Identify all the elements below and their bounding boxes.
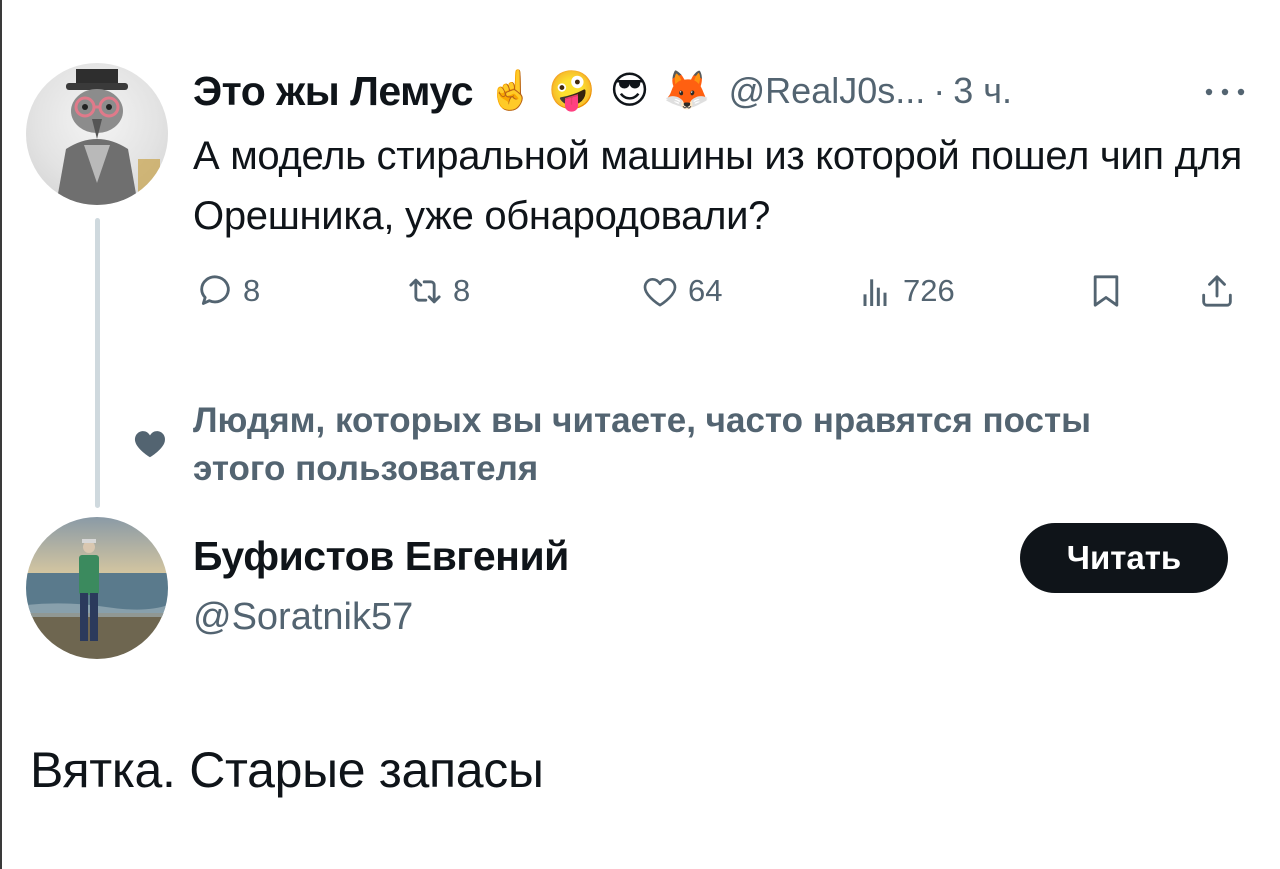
like-icon [643,278,677,307]
heart-icon [131,424,169,462]
repost-button[interactable]: 8 [405,268,470,314]
tweet-text: А модель стиральной машины из которой по… [193,134,1243,238]
share-icon [1202,275,1232,307]
tweet-timestamp[interactable]: 3 ч. [953,70,1012,112]
frame-edge [0,0,2,869]
repost-icon [409,278,441,304]
bookmark-icon [1093,275,1119,307]
views-button[interactable]: 726 [855,268,955,314]
beach-photo [26,517,168,659]
reply-count: 8 [243,273,261,308]
thread-line [95,218,100,508]
author-avatar[interactable] [26,63,168,205]
user-name[interactable]: Буфистов Евгений [193,533,569,580]
user-handle[interactable]: @Soratnik57 [193,596,413,639]
meta-separator: · [933,70,946,111]
follow-button[interactable]: Читать [1020,523,1228,593]
social-context-text: Людям, которых вы читаете, часто нравятс… [193,401,1092,488]
share-button[interactable] [1197,268,1237,314]
like-count: 64 [688,273,723,308]
views-count: 726 [903,273,955,308]
bird-in-hat-illustration [56,69,160,205]
views-icon [863,279,887,306]
fox-emoji: 🦊 [663,70,711,112]
more-icon[interactable] [1203,84,1247,96]
sunglasses-face-emoji: 😎 [609,70,650,112]
pointing-up-emoji: ☝️ [487,70,535,112]
bookmark-button[interactable] [1086,268,1126,314]
caption-text: Вятка. Старые запасы [30,742,544,798]
user-avatar[interactable] [26,517,168,659]
reply-icon [200,275,230,305]
reply-button[interactable]: 8 [195,268,260,314]
repost-count: 8 [453,273,471,308]
tweet-header: Это жы Лемус ☝️ 🤪 😎 🦊 @RealJ0s... · 3 ч. [193,66,1012,116]
author-handle[interactable]: @RealJ0s... [729,70,926,112]
like-button[interactable]: 64 [640,268,722,314]
zany-face-emoji: 🤪 [548,70,596,112]
author-name[interactable]: Это жы Лемус [193,68,474,115]
